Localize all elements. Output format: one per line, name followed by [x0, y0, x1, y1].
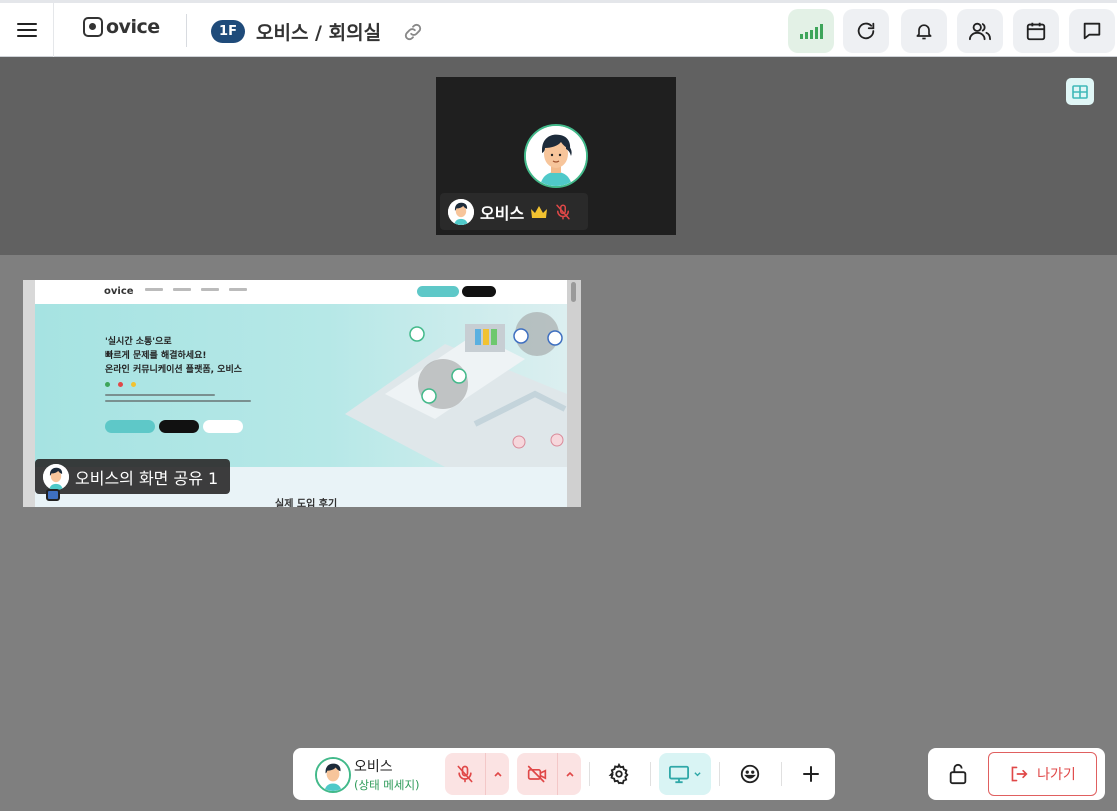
- speaker-name: 오비스: [480, 203, 525, 223]
- speaker-strip: 오비스: [0, 57, 1117, 255]
- mic-toggle-button[interactable]: [445, 753, 485, 795]
- my-user-name: 오비스: [354, 759, 393, 775]
- toolbar-divider: [650, 762, 651, 786]
- camera-off-icon: [527, 765, 547, 783]
- shared-site-button-3: [203, 420, 243, 433]
- header-divider: [186, 14, 187, 47]
- toolbar-divider: [781, 762, 782, 786]
- shared-site-paragraph: [105, 394, 251, 406]
- screen-share-label: 오비스의 화면 공유 1: [35, 459, 231, 494]
- screen-share-label-text: 오비스의 화면 공유 1: [75, 468, 219, 488]
- menu-button[interactable]: [0, 3, 54, 57]
- shared-site-cta-dark: [462, 286, 496, 297]
- shared-site-legend: [105, 382, 138, 389]
- isometric-office-illustration: [345, 312, 567, 467]
- status-message[interactable]: (상태 메세지): [354, 777, 420, 793]
- speaker-mini-avatar: [448, 198, 474, 225]
- user-avatar-icon: [43, 463, 69, 490]
- crown-icon: [531, 205, 548, 218]
- room-lock-button[interactable]: [938, 754, 978, 794]
- monitor-icon: [669, 765, 689, 784]
- screen-share-control[interactable]: [659, 753, 711, 795]
- emoji-reaction-button[interactable]: [729, 753, 771, 795]
- link-icon[interactable]: [402, 21, 424, 43]
- camera-control: [517, 753, 581, 795]
- shared-site-button-1: [105, 420, 155, 433]
- plus-icon: [803, 766, 819, 782]
- toolbar-divider: [589, 762, 590, 786]
- shared-site-nav: ovice: [35, 280, 567, 304]
- leave-button[interactable]: 나가기: [988, 752, 1097, 796]
- share-owner-avatar: [43, 463, 69, 490]
- hamburger-icon: [16, 23, 37, 37]
- my-avatar[interactable]: [315, 757, 351, 793]
- chevron-down-icon: [694, 771, 701, 776]
- speaker-video-tile[interactable]: 오비스: [436, 77, 676, 235]
- notifications-button[interactable]: [901, 9, 947, 53]
- screen-share-button[interactable]: [659, 753, 711, 795]
- shared-site-cta: [417, 286, 459, 297]
- smiley-icon: [740, 764, 760, 784]
- refresh-icon: [857, 22, 875, 40]
- shared-site-nav-links: [145, 288, 247, 291]
- chevron-up-icon: [493, 771, 502, 777]
- settings-button[interactable]: [598, 753, 640, 795]
- grid-view-button[interactable]: [1066, 78, 1094, 105]
- shared-site-footer-heading: 실제 도입 후기: [275, 499, 338, 507]
- top-header: ovice 1F 오비스 / 회의실: [0, 0, 1117, 57]
- user-avatar-icon: [317, 759, 349, 791]
- shared-site-hero-title: '실시간 소통'으로 빠르게 문제를 해결하세요! 온라인 커뮤니케이션 플랫폼…: [105, 337, 243, 375]
- unlock-icon: [949, 763, 967, 785]
- ovice-logo-icon: [83, 17, 103, 37]
- people-icon: [969, 22, 991, 41]
- mic-muted-icon: [457, 765, 473, 783]
- logo[interactable]: ovice: [83, 16, 160, 38]
- logout-icon: [1011, 766, 1028, 782]
- mic-options-button[interactable]: [485, 753, 509, 795]
- floor-badge[interactable]: 1F: [211, 20, 245, 43]
- camera-options-button[interactable]: [557, 753, 581, 795]
- shared-site-hero: '실시간 소통'으로 빠르게 문제를 해결하세요! 온라인 커뮤니케이션 플랫폼…: [35, 304, 567, 467]
- screen-share-indicator-icon: [46, 489, 60, 501]
- mic-control: [445, 753, 509, 795]
- speaker-avatar: [524, 124, 588, 188]
- user-avatar-icon: [448, 198, 474, 225]
- chevron-up-icon: [565, 771, 574, 777]
- room-title: 오비스 / 회의실: [256, 22, 382, 44]
- calendar-icon: [1026, 22, 1046, 41]
- gear-icon: [608, 763, 629, 785]
- logo-text: ovice: [106, 16, 160, 38]
- shared-site-logo: ovice: [104, 286, 134, 297]
- shared-site-button-2: [159, 420, 199, 433]
- bell-icon: [916, 24, 932, 40]
- user-avatar-icon: [526, 126, 586, 186]
- camera-toggle-button[interactable]: [517, 753, 557, 795]
- signal-strength-button[interactable]: [788, 9, 834, 53]
- more-options-button[interactable]: [790, 753, 832, 795]
- mic-muted-icon: [556, 204, 570, 219]
- chat-icon: [1083, 22, 1101, 40]
- members-button[interactable]: [957, 9, 1003, 53]
- bottom-toolbar: 오비스 (상태 메세지): [293, 748, 835, 800]
- toolbar-divider: [719, 762, 720, 786]
- refresh-button[interactable]: [843, 9, 889, 53]
- leave-button-label: 나가기: [1037, 767, 1076, 783]
- signal-bars-icon: [800, 24, 823, 39]
- shared-screen-scrollbar: [567, 280, 581, 507]
- exit-bar: 나가기: [928, 748, 1105, 800]
- calendar-button[interactable]: [1013, 9, 1059, 53]
- speaker-name-bar: 오비스: [440, 193, 588, 230]
- chat-button[interactable]: [1069, 9, 1115, 53]
- grid-view-icon: [1072, 84, 1088, 99]
